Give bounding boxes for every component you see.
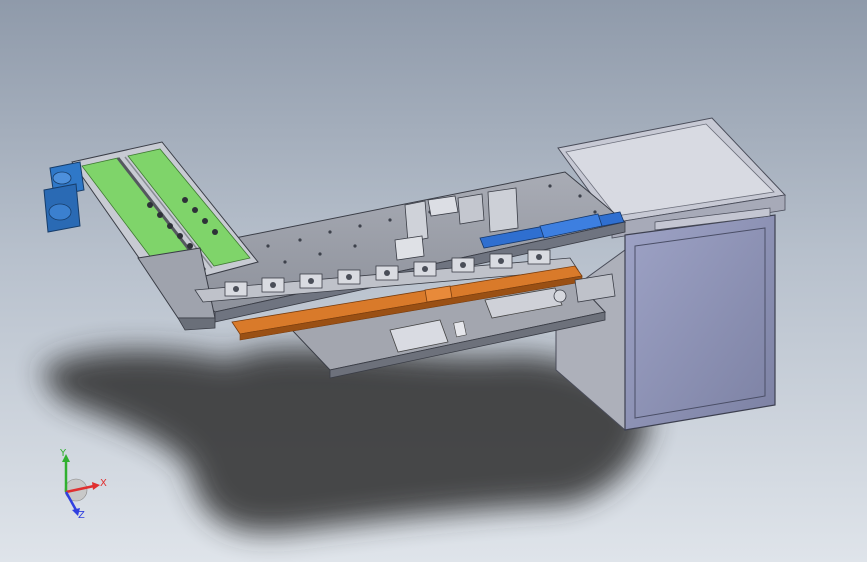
x-axis-head — [92, 482, 100, 490]
x-axis-label: X — [100, 478, 107, 489]
assembly-scene[interactable] — [0, 0, 867, 562]
floor-shadow — [40, 347, 650, 533]
gear-motor[interactable] — [43, 161, 85, 233]
cabinet[interactable] — [555, 117, 787, 432]
y-axis-label: Y — [60, 448, 67, 459]
cad-viewport[interactable]: Y X Z — [0, 0, 867, 562]
z-axis-label: Z — [78, 510, 85, 521]
